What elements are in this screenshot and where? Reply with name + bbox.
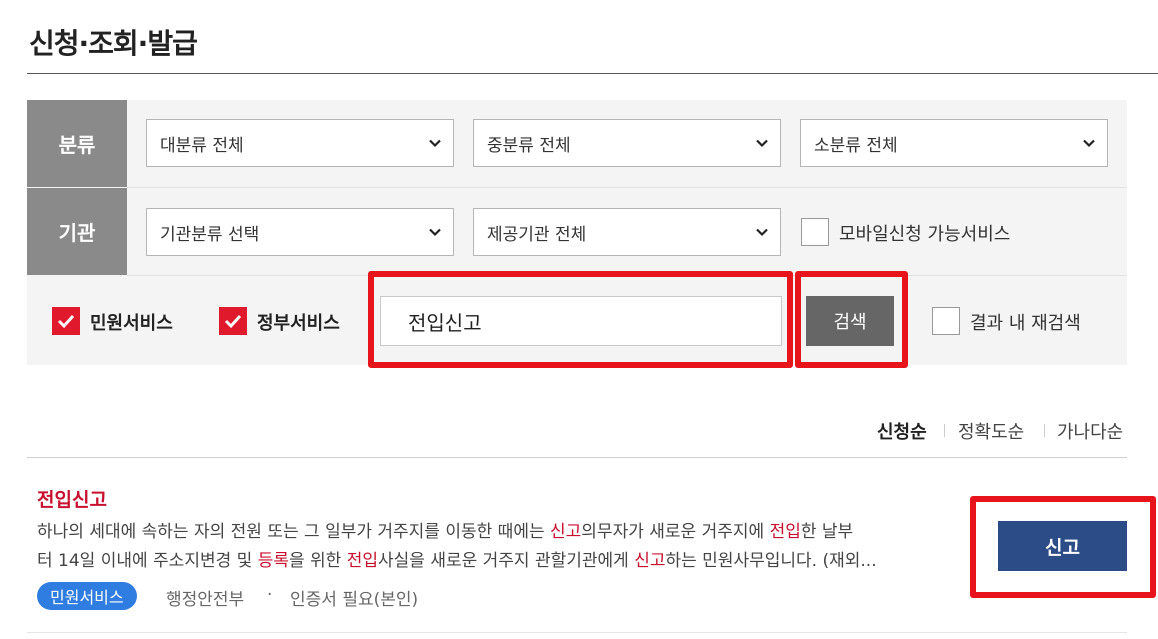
row-divider [127, 187, 1127, 188]
ministry-name: 행정안전부 [166, 590, 245, 610]
middle-category-select[interactable]: 중분류 전체 [473, 119, 781, 167]
mobile-service-label: 모바일신청 가능서비스 [839, 224, 1011, 245]
sort-divider [1044, 424, 1045, 437]
agency-type-select[interactable]: 기관분류 선택 [146, 208, 454, 256]
minor-category-value: 소분류 전체 [814, 135, 898, 156]
category-row-label: 분류 [27, 100, 127, 187]
results-bottom-divider [27, 632, 1127, 633]
mobile-service-checkbox[interactable] [801, 218, 829, 246]
check-icon [224, 314, 242, 329]
keyword-highlight: 등록 [257, 551, 289, 571]
meta-separator: · [267, 585, 273, 605]
check-icon [57, 314, 75, 329]
gov-service-label: 정부서비스 [257, 313, 340, 334]
search-input-highlight [368, 271, 793, 368]
provider-agency-value: 제공기관 전체 [487, 224, 587, 245]
result-description: 하나의 세대에 속하는 자의 전원 또는 그 일부가 거주지를 이동한 때에는 … [37, 518, 957, 576]
title-divider [27, 73, 1158, 74]
middle-category-value: 중분류 전체 [487, 135, 571, 156]
sort-by-accuracy[interactable]: 정확도순 [958, 418, 1024, 444]
keyword-highlight: 전입 [769, 522, 801, 542]
chevron-down-icon [756, 228, 768, 237]
minor-category-select[interactable]: 소분류 전체 [800, 119, 1108, 167]
description-line-1: 하나의 세대에 속하는 자의 전원 또는 그 일부가 거주지를 이동한 때에는 … [37, 522, 854, 542]
research-label: 결과 내 재검색 [970, 313, 1081, 334]
provider-agency-select[interactable]: 제공기관 전체 [473, 208, 781, 256]
sort-by-alphabet[interactable]: 가나다순 [1057, 418, 1123, 444]
sort-divider [944, 424, 945, 437]
apply-button-highlight [970, 496, 1156, 598]
result-title-link[interactable]: 전입신고 [37, 485, 107, 512]
major-category-select[interactable]: 대분류 전체 [146, 119, 454, 167]
civil-service-label: 민원서비스 [90, 313, 173, 334]
page-title: 신청·조회·발급 [29, 27, 198, 60]
keyword-highlight: 신고 [634, 551, 666, 571]
certificate-requirement: 인증서 필요(본인) [290, 590, 419, 610]
gov-service-checkbox[interactable] [219, 307, 247, 335]
chevron-down-icon [429, 139, 441, 148]
major-category-value: 대분류 전체 [160, 135, 244, 156]
description-line-2: 터 14일 이내에 주소지변경 및 등록을 위한 전입사실을 새로운 거주지 관… [37, 551, 877, 571]
sort-by-application[interactable]: 신청순 [877, 418, 927, 444]
keyword-highlight: 신고 [550, 522, 582, 542]
civil-service-checkbox[interactable] [52, 307, 80, 335]
keyword-highlight: 전입 [346, 551, 378, 571]
results-top-divider [27, 457, 1127, 458]
chevron-down-icon [756, 139, 768, 148]
agency-row-label: 기관 [27, 188, 127, 275]
chevron-down-icon [1083, 139, 1095, 148]
research-checkbox[interactable] [932, 307, 960, 335]
service-type-badge: 민원서비스 [37, 582, 137, 610]
chevron-down-icon [429, 228, 441, 237]
search-button-highlight [795, 271, 908, 368]
agency-type-value: 기관분류 선택 [160, 224, 260, 245]
